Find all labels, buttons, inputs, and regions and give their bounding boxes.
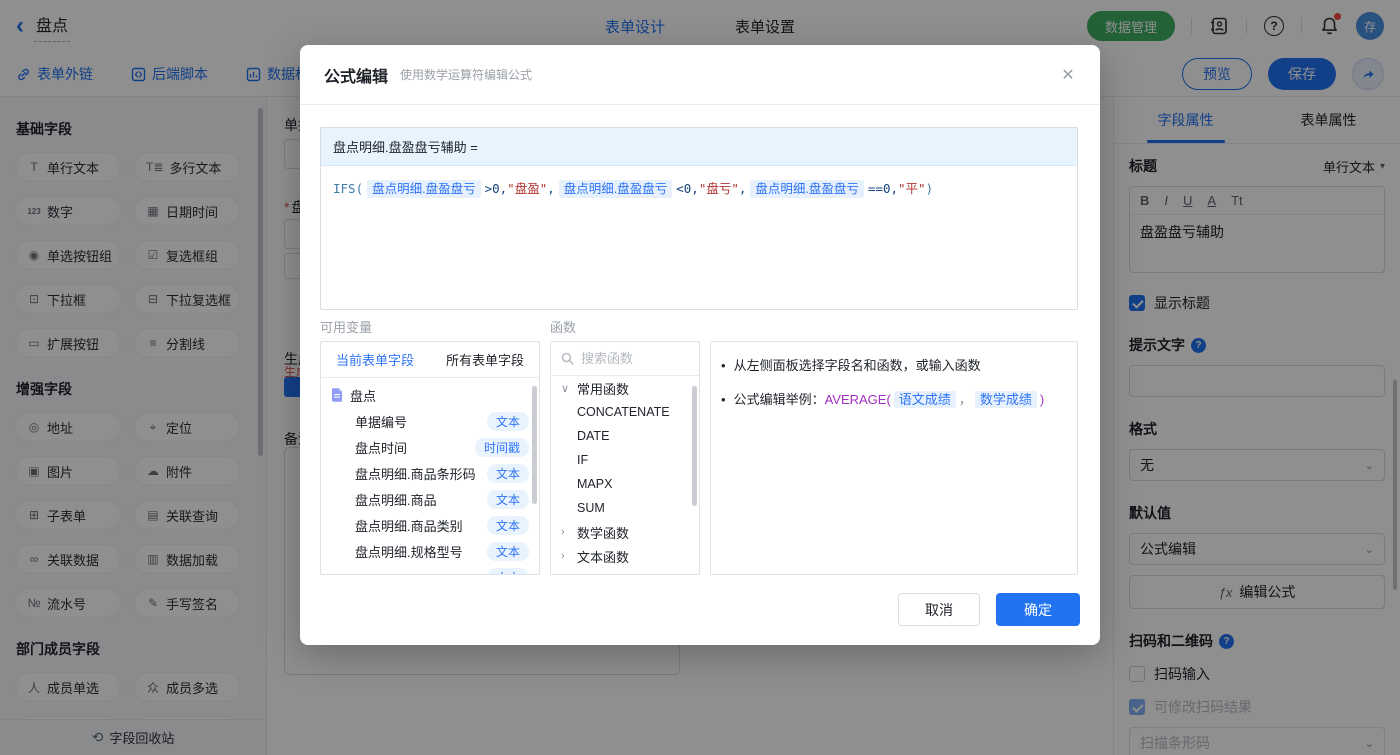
tab-all-form-fields[interactable]: 所有表单字段 (446, 350, 524, 369)
variables-tabs: 当前表单字段 所有表单字段 (321, 342, 539, 378)
formula-box: 盘点明细.盘盈盘亏辅助 = IFS(盘点明细.盘盈盘亏>0,"盘盈",盘点明细.… (320, 127, 1078, 310)
type-badge: 文本 (487, 464, 529, 483)
formula-field-chip[interactable]: 盘点明细.盘盈盘亏 (367, 180, 480, 198)
variable-item[interactable]: 盘点明细.商品条形码文本 (321, 460, 539, 486)
variable-item[interactable]: 盘点时间时间戳 (321, 434, 539, 460)
formula-field-chip[interactable]: 盘点明细.盘盈盘亏 (559, 180, 672, 198)
modal-title: 公式编辑 (324, 63, 388, 87)
modal-header: 公式编辑 使用数学运算符编辑公式 (300, 45, 1100, 105)
variable-item[interactable]: 盘点明细.规格型号文本 (321, 538, 539, 564)
function-item[interactable]: IF (551, 448, 699, 472)
functions-label: 函数 (550, 317, 576, 336)
modal-subtitle: 使用数学运算符编辑公式 (400, 66, 532, 83)
function-group-common[interactable]: ∨常用函数 (551, 376, 699, 400)
bullet-icon: • (721, 390, 726, 410)
search-icon (561, 352, 574, 365)
bullet-icon: • (721, 356, 726, 376)
tab-current-form-fields[interactable]: 当前表单字段 (336, 350, 414, 369)
formula-input-area[interactable]: IFS(盘点明细.盘盈盘亏>0,"盘盈",盘点明细.盘盈盘亏<0,"盘亏",盘点… (321, 166, 1077, 309)
cancel-button[interactable]: 取消 (898, 593, 980, 626)
formula-field-chip[interactable]: 盘点明细.盘盈盘亏 (750, 180, 863, 198)
caret-right-icon: › (561, 526, 571, 538)
document-icon (331, 388, 343, 402)
type-badge: 文本 (487, 542, 529, 561)
function-item[interactable]: SUM (551, 496, 699, 520)
variables-root-node[interactable]: 盘点 (321, 382, 539, 408)
function-search-input[interactable] (581, 351, 681, 366)
example-field-chip[interactable]: 数学成绩 (975, 391, 1037, 408)
example-function-name: AVERAGE( (825, 392, 891, 407)
variable-item[interactable]: 盘点明细.商品类别文本 (321, 512, 539, 538)
formula-editor-modal: 公式编辑 使用数学运算符编辑公式 ✕ 盘点明细.盘盈盘亏辅助 = IFS( 盘点明… (300, 45, 1100, 645)
help-line-2: • 公式编辑举例：AVERAGE(语文成绩，数学成绩) (721, 390, 1063, 410)
variables-scrollbar[interactable] (532, 386, 537, 504)
functions-panel: ∨常用函数 CONCATENATE DATE IF MAPX SUM ›数学函数… (550, 341, 700, 575)
function-item[interactable]: DATE (551, 424, 699, 448)
type-badge: 文本 (487, 490, 529, 509)
close-icon[interactable]: ✕ (1058, 65, 1078, 85)
type-badge: 时间戳 (475, 438, 529, 457)
variables-label: 可用变量 (320, 317, 372, 336)
example-field-chip[interactable]: 语文成绩 (894, 391, 956, 408)
confirm-button[interactable]: 确定 (996, 593, 1080, 626)
formula-target: 盘点明细.盘盈盘亏辅助 = (321, 128, 1077, 166)
function-group-math[interactable]: ›数学函数 (551, 520, 699, 544)
type-badge: 文本 (487, 516, 529, 535)
function-search (551, 342, 699, 376)
formula-help-panel: • 从左侧面板选择字段名和函数，或输入函数 • 公式编辑举例：AVERAGE(语… (710, 341, 1078, 575)
help-line-1: • 从左侧面板选择字段名和函数，或输入函数 (721, 356, 1063, 376)
caret-right-icon: › (561, 550, 571, 562)
variable-item[interactable]: 盘点明细.商品文本 (321, 486, 539, 512)
formula-function-token: IFS( (333, 181, 363, 196)
function-item[interactable]: MAPX (551, 472, 699, 496)
variable-item[interactable]: 文本 (321, 564, 539, 575)
variables-panel: 当前表单字段 所有表单字段 盘点 单据编号文本 盘点时间时间戳 盘点明细.商品条… (320, 341, 540, 575)
type-badge: 文本 (487, 412, 529, 431)
app-root: ‹ 盘点 表单设计 表单设置 数据管理 ? 存 表单外链 (0, 0, 1400, 755)
function-group-text[interactable]: ›文本函数 (551, 544, 699, 568)
variable-item[interactable]: 单据编号文本 (321, 408, 539, 434)
type-badge: 文本 (487, 568, 529, 576)
caret-down-icon: ∨ (561, 382, 571, 395)
functions-scrollbar[interactable] (692, 386, 697, 506)
function-item[interactable]: CONCATENATE (551, 400, 699, 424)
